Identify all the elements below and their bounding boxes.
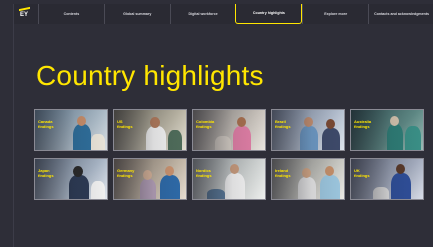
- nav-item-contacts[interactable]: Contacts and acknowledgments: [368, 4, 433, 24]
- page-title: Country highlights: [36, 60, 264, 91]
- tile-suffix-us: findings: [117, 124, 133, 129]
- tile-suffix-uk: findings: [354, 173, 370, 178]
- tile-germany[interactable]: Germany findings: [113, 158, 187, 200]
- tile-uk[interactable]: UK findings: [350, 158, 424, 200]
- tile-colombia[interactable]: Colombia findings: [192, 109, 266, 151]
- tile-suffix-brazil: findings: [275, 124, 291, 129]
- nav-item-contents[interactable]: Contents: [38, 4, 104, 24]
- tile-us[interactable]: US findings: [113, 109, 187, 151]
- tile-ireland[interactable]: Ireland findings: [271, 158, 345, 200]
- tile-suffix-colombia: findings: [196, 124, 212, 129]
- tile-suffix-germany: findings: [117, 173, 133, 178]
- country-tile-grid: Canada findings US findings Colombia findin…: [34, 109, 424, 200]
- logo-beam: [19, 6, 30, 12]
- tile-brazil[interactable]: Brazil findings: [271, 109, 345, 151]
- tile-australia[interactable]: Australia findings: [350, 109, 424, 151]
- tile-suffix-australia: findings: [354, 124, 370, 129]
- ey-logo[interactable]: EY: [14, 4, 38, 24]
- top-navigation: EY Contents Global summary Digital workf…: [14, 4, 433, 24]
- tile-nordics[interactable]: Nordics findings: [192, 158, 266, 200]
- logo-text: EY: [20, 12, 29, 18]
- nav-item-country-highlights[interactable]: Country highlights: [235, 4, 303, 24]
- tile-japan[interactable]: Japan findings: [34, 158, 108, 200]
- tile-suffix-nordics: findings: [196, 173, 212, 178]
- tile-suffix-ireland: findings: [275, 173, 291, 178]
- nav-item-digital-workforce[interactable]: Digital workforce: [169, 4, 236, 24]
- tile-suffix-canada: findings: [38, 124, 54, 129]
- nav-item-explore-more[interactable]: Explore more: [302, 4, 368, 24]
- tile-canada[interactable]: Canada findings: [34, 109, 108, 151]
- slide: EY Contents Global summary Digital workf…: [13, 4, 433, 247]
- tile-suffix-japan: findings: [38, 173, 54, 178]
- nav-item-global-summary[interactable]: Global summary: [103, 4, 170, 24]
